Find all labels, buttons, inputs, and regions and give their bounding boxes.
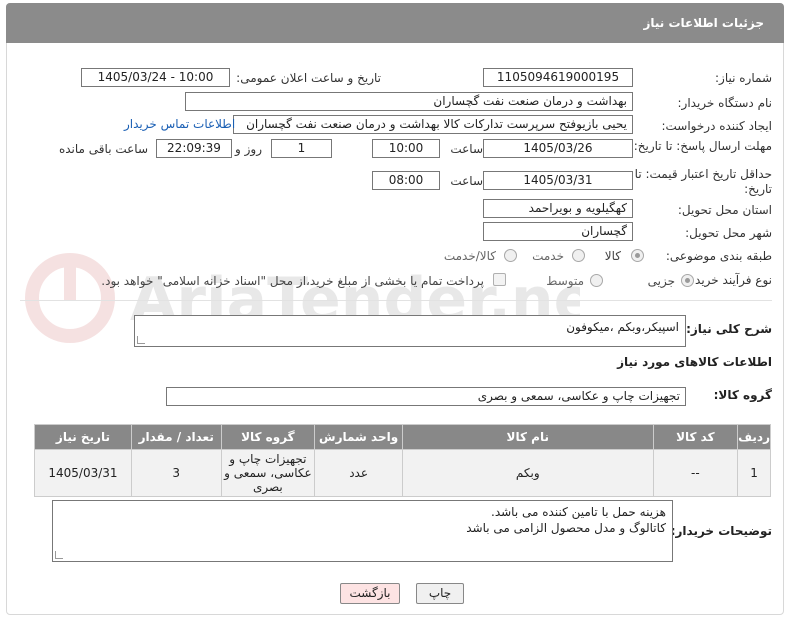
cell-item-group: تجهیزات چاپ و عکاسی، سمعی و بصری bbox=[220, 449, 316, 497]
panel-title: جزئیات اطلاعات نیاز bbox=[643, 16, 764, 30]
buyer-notes-label: توضیحات خریدار: bbox=[670, 524, 772, 538]
buyer-org-label: نام دستگاه خریدار: bbox=[677, 96, 773, 110]
treasury-payment-checkbox[interactable] bbox=[493, 273, 506, 286]
process-medium-radio[interactable] bbox=[590, 274, 603, 287]
need-number-label: شماره نیاز: bbox=[715, 71, 772, 85]
cell-item-code: -- bbox=[652, 449, 739, 497]
goods-table: ردیف کد کالا نام کالا واحد شمارش گروه کا… bbox=[34, 424, 771, 497]
resize-grip-icon[interactable] bbox=[137, 336, 145, 344]
category-service-radio[interactable] bbox=[572, 249, 585, 262]
category-goods-service-label: کالا/خدمت bbox=[443, 249, 496, 263]
resize-grip-icon[interactable] bbox=[55, 551, 63, 559]
category-label: طبقه بندی موضوعی: bbox=[665, 249, 772, 263]
goods-group-field[interactable]: تجهیزات چاپ و عکاسی، سمعی و بصری bbox=[166, 387, 686, 406]
remaining-time-label: ساعت باقی مانده bbox=[58, 142, 148, 156]
table-header-row: ردیف کد کالا نام کالا واحد شمارش گروه کا… bbox=[34, 424, 771, 450]
print-button[interactable]: چاپ bbox=[416, 583, 464, 604]
cell-row-number: 1 bbox=[737, 449, 771, 497]
price-validity-label: حداقل تاریخ اعتبار قیمت: تا تاریخ: bbox=[634, 167, 772, 196]
buyer-notes-line-2: کاتالوگ و مدل محصول الزامی می باشد bbox=[466, 521, 666, 535]
buyer-notes-line-1: هزینه حمل با تامین کننده می باشد. bbox=[491, 505, 666, 519]
col-header-need-date: تاریخ نیاز bbox=[34, 424, 132, 450]
buyer-notes-textarea[interactable]: هزینه حمل با تامین کننده می باشد. کاتالو… bbox=[52, 500, 673, 562]
cell-quantity: 3 bbox=[130, 449, 222, 497]
col-header-item-group: گروه کالا bbox=[220, 424, 316, 450]
table-row: 1 -- وبکم عدد تجهیزات چاپ و عکاسی، سمعی … bbox=[34, 449, 771, 497]
treasury-payment-note: پرداخت تمام یا بخشی از مبلغ خرید،از محل … bbox=[101, 274, 484, 288]
category-goods-label: کالا bbox=[604, 249, 621, 263]
cell-unit: عدد bbox=[314, 449, 403, 497]
cell-item-name: وبکم bbox=[401, 449, 654, 497]
price-validity-time-label: ساعت bbox=[450, 174, 483, 188]
buyer-contact-link[interactable]: اطلاعات تماس خریدار bbox=[124, 117, 235, 131]
divider bbox=[20, 300, 772, 301]
price-validity-time-field[interactable]: 08:00 bbox=[372, 171, 440, 190]
remaining-time-field[interactable]: 22:09:39 bbox=[156, 139, 232, 158]
requester-label: ایجاد کننده درخواست: bbox=[661, 119, 772, 133]
deadline-label: مهلت ارسال پاسخ: تا تاریخ: bbox=[633, 139, 772, 153]
announce-datetime-field[interactable]: 1405/03/24 - 10:00 bbox=[81, 68, 230, 87]
process-partial-radio[interactable] bbox=[681, 274, 694, 287]
goods-info-heading: اطلاعات کالاهای مورد نیاز bbox=[617, 355, 772, 369]
province-label: استان محل تحویل: bbox=[677, 203, 772, 217]
cell-need-date: 1405/03/31 bbox=[34, 449, 132, 497]
deadline-date-field[interactable]: 1405/03/26 bbox=[483, 139, 633, 158]
deadline-time-label: ساعت bbox=[450, 142, 483, 156]
requester-field[interactable]: یحیی بازیوفتح سرپرست تدارکات کالا بهداشت… bbox=[233, 115, 633, 134]
province-field[interactable]: کهگیلویه و بویراحمد bbox=[483, 199, 633, 218]
category-goods-radio[interactable] bbox=[631, 249, 644, 262]
days-label: روز و bbox=[235, 142, 262, 156]
col-header-row-number: ردیف bbox=[737, 424, 771, 450]
announce-datetime-label: تاریخ و ساعت اعلان عمومی: bbox=[236, 71, 381, 85]
need-description-label: شرح کلی نیاز: bbox=[686, 322, 772, 336]
days-field[interactable]: 1 bbox=[271, 139, 332, 158]
city-field[interactable]: گچساران bbox=[483, 222, 633, 241]
category-service-label: خدمت bbox=[532, 249, 564, 263]
need-number-field[interactable]: 1105094619000195 bbox=[483, 68, 633, 87]
col-header-unit: واحد شمارش bbox=[314, 424, 403, 450]
panel-header: جزئیات اطلاعات نیاز bbox=[6, 3, 784, 43]
need-description-text: اسپیکر،وبکم ،میکوفون bbox=[566, 320, 679, 334]
buyer-org-field[interactable]: بهداشت و درمان صنعت نفت گچساران bbox=[185, 92, 633, 111]
goods-group-label: گروه کالا: bbox=[713, 388, 772, 402]
deadline-time-field[interactable]: 10:00 bbox=[372, 139, 440, 158]
back-button[interactable]: بازگشت bbox=[340, 583, 400, 604]
price-validity-date-field[interactable]: 1405/03/31 bbox=[483, 171, 633, 190]
col-header-quantity: تعداد / مقدار bbox=[130, 424, 222, 450]
col-header-item-name: نام کالا bbox=[401, 424, 654, 450]
category-goods-service-radio[interactable] bbox=[504, 249, 517, 262]
city-label: شهر محل تحویل: bbox=[685, 226, 772, 240]
need-description-textarea[interactable]: اسپیکر،وبکم ،میکوفون bbox=[134, 315, 686, 347]
process-partial-label: جزیی bbox=[647, 274, 675, 288]
col-header-item-code: کد کالا bbox=[652, 424, 739, 450]
process-medium-label: متوسط bbox=[546, 274, 584, 288]
process-type-label: نوع فرآیند خرید : bbox=[687, 273, 772, 287]
